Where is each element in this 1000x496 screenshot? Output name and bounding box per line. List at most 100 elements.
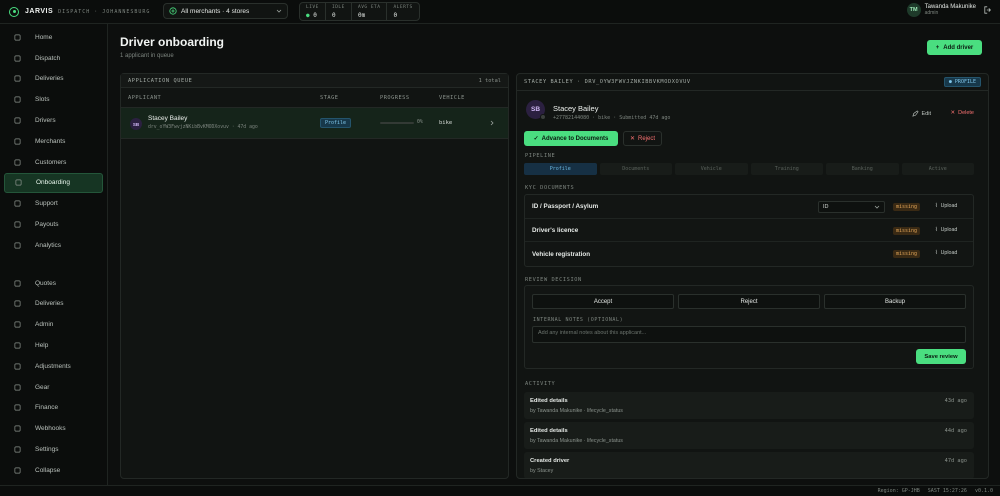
add-driver-button[interactable]: + Add driver	[927, 40, 982, 55]
table-row[interactable]: SB Stacey Bailey drv_oYW3FwvjzNKibBvKMOD…	[121, 108, 508, 139]
delete-button[interactable]: ✕ Delete	[950, 110, 974, 116]
sidebar-item-quotes[interactable]: Quotes	[4, 273, 103, 294]
sidebar-item-gear[interactable]: Gear	[4, 377, 103, 398]
column-progress: PROGRESS	[380, 94, 410, 101]
notes-label: INTERNAL NOTES (OPTIONAL)	[533, 317, 624, 323]
pipeline-step-vehicle[interactable]: Vehicle	[675, 163, 748, 175]
column-vehicle: VEHICLE	[439, 94, 465, 101]
user-menu[interactable]: TM Tawanda Makunike admin	[906, 3, 992, 17]
home-icon	[14, 34, 28, 41]
sidebar-item-customers[interactable]: Customers	[4, 152, 103, 173]
merchant-selector[interactable]: All merchants · 4 stores	[163, 3, 288, 19]
bar-chart-icon	[14, 242, 28, 249]
sidebar-item-label: Slots	[35, 96, 50, 104]
status-badge: missing	[893, 226, 921, 235]
merchant-selector-label: All merchants · 4 stores	[181, 7, 250, 15]
document-type-select[interactable]: ID	[818, 201, 885, 213]
sidebar-item-label: Merchants	[35, 137, 66, 145]
upload-button[interactable]: ⌇ Upload	[935, 203, 957, 209]
advance-button[interactable]: ✓ Advance to Documents	[524, 131, 618, 146]
sidebar-item-finance[interactable]: Finance	[4, 398, 103, 419]
notes-input[interactable]: Add any internal notes about this applic…	[532, 326, 966, 343]
webhook-icon	[14, 425, 28, 432]
check-circle-icon	[15, 179, 29, 186]
sidebar-item-settings[interactable]: Settings	[4, 439, 103, 460]
detail-header: STACEY BAILEY · DRV_OYW3FWVJZNKIBBVKMODX…	[524, 79, 691, 85]
stage-badge: Profile	[320, 118, 352, 128]
logout-icon[interactable]	[984, 6, 992, 14]
pipeline-step-active[interactable]: Active	[901, 163, 974, 175]
sidebar-item-slots[interactable]: Slots	[4, 89, 103, 110]
sidebar-item-home[interactable]: Home	[4, 27, 103, 48]
activity-label: ACTIVITY	[525, 381, 556, 387]
sidebar-item-onboarding[interactable]: Onboarding	[4, 172, 103, 194]
paperclip-icon: ⌇	[935, 226, 938, 233]
applicant-id: drv_oYW3FwvjzNKibBvKMODXovuv · 47d ago	[148, 125, 258, 130]
close-icon: ✕	[629, 136, 635, 142]
reject-decision-button[interactable]: Reject	[678, 294, 820, 309]
sidebar-item-admin[interactable]: Admin	[4, 314, 103, 335]
sidebar-item-help[interactable]: Help	[4, 335, 103, 356]
stat-idle: IDLE 0	[326, 3, 352, 20]
sidebar-item-drivers[interactable]: Drivers	[4, 110, 103, 131]
box-icon	[14, 75, 28, 82]
users-icon	[14, 117, 28, 124]
chevron-down-icon	[874, 205, 880, 209]
sidebar-item-adjustments[interactable]: Adjustments	[4, 356, 103, 377]
document-name: Vehicle registration	[532, 250, 591, 258]
accept-button[interactable]: Accept	[532, 294, 674, 309]
sidebar-item-collapse[interactable]: Collapse	[4, 460, 103, 481]
applicant-detail: STACEY BAILEY · DRV_OYW3FWVJZNKIBBVKMODX…	[516, 73, 989, 479]
list-item: Driver's licence missing ⌇ Upload	[525, 219, 973, 243]
reject-button[interactable]: ✕ Reject	[623, 131, 662, 146]
sidebar-item-support[interactable]: Support	[4, 193, 103, 214]
activity-title: Created driver	[530, 458, 570, 464]
review-label: REVIEW DECISION	[525, 277, 582, 283]
clock-label: SAST 15:27:26	[927, 488, 967, 494]
gear-icon	[14, 384, 28, 391]
column-applicant: APPLICANT	[128, 94, 162, 101]
clock-icon	[14, 96, 28, 103]
pipeline-step-documents[interactable]: Documents	[599, 163, 672, 175]
upload-button[interactable]: ⌇ Upload	[935, 250, 957, 256]
upload-button[interactable]: ⌇ Upload	[935, 227, 957, 233]
sidebar-item-label: Onboarding	[36, 179, 70, 187]
list-item: Created driver by Stacey 47d ago	[524, 452, 974, 478]
sidebar-item-label: Collapse	[35, 466, 61, 474]
close-icon: ✕	[950, 110, 956, 116]
backup-button[interactable]: Backup	[824, 294, 966, 309]
pipeline-step-banking[interactable]: Banking	[826, 163, 899, 175]
document-icon	[14, 280, 28, 287]
paperclip-icon: ⌇	[935, 250, 938, 257]
progress-bar	[380, 122, 414, 124]
sidebar-item-label: Drivers	[35, 117, 56, 125]
sidebar-item-dispatch[interactable]: Dispatch	[4, 48, 103, 69]
sidebar-item-label: Deliveries	[35, 300, 64, 308]
page-subtitle: 1 applicant in queue	[120, 53, 174, 59]
sidebar-item-webhooks[interactable]: Webhooks	[4, 418, 103, 439]
brand-subtitle: DISPATCH · JOHANNESBURG	[58, 8, 151, 15]
sidebar-item-label: Deliveries	[35, 75, 64, 83]
brand-name: JARVIS	[25, 8, 54, 15]
sidebar-item-label: Settings	[35, 446, 59, 454]
edit-button[interactable]: Edit	[911, 110, 931, 117]
pipeline-step-profile[interactable]: Profile	[524, 163, 597, 175]
sidebar-item-analytics[interactable]: Analytics	[4, 235, 103, 256]
help-icon	[14, 342, 28, 349]
status-badge: ● PROFILE	[943, 77, 981, 87]
phone-icon	[14, 159, 28, 166]
stats-bar: LIVE ● 0 IDLE 0 AVG ETA 0m ALERTS 0	[299, 2, 420, 21]
pipeline-step-training[interactable]: Training	[750, 163, 823, 175]
sidebar-item-payouts[interactable]: Payouts	[4, 214, 103, 235]
vehicle-value: bike	[439, 120, 453, 126]
sidebar-item-deliveries[interactable]: Deliveries	[4, 294, 103, 315]
sidebar-item-merchants[interactable]: Merchants	[4, 131, 103, 152]
sidebar-item-label: Finance	[35, 404, 59, 412]
user-role: admin	[924, 10, 939, 16]
sidebar-item-label: Dispatch	[35, 54, 61, 62]
send-icon	[14, 221, 28, 228]
save-review-button[interactable]: Save review	[916, 349, 966, 364]
sidebar-item-deliveries[interactable]: Deliveries	[4, 69, 103, 90]
shield-icon	[14, 321, 28, 328]
activity-by: by Tawanda Makunike · lifecycle_status	[530, 438, 623, 444]
